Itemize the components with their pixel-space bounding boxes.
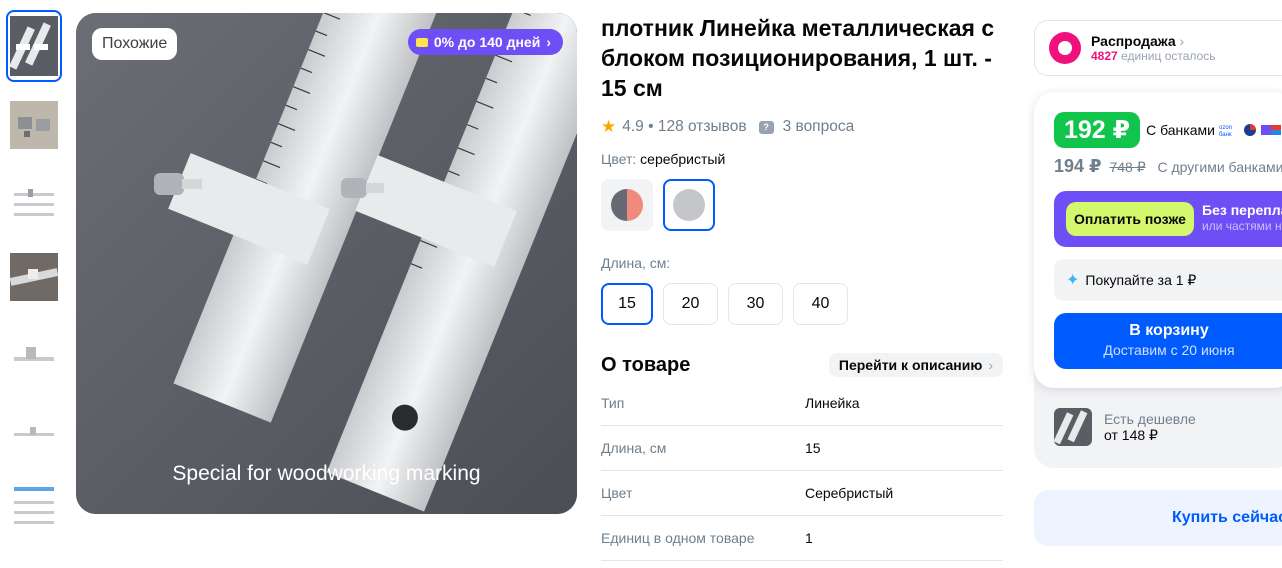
cheaper-title: Есть дешевле — [1104, 410, 1196, 427]
pay-later-sub: или частями на — [1202, 219, 1282, 233]
pay-later-banner[interactable]: Оплатить позже Без переплат или частями … — [1054, 191, 1282, 247]
spec-row: Длина, см 15 — [601, 426, 1003, 471]
installment-label: 0% до 140 дней — [433, 34, 541, 50]
cart-label: В корзину — [1129, 322, 1209, 339]
color-swatches — [601, 179, 1003, 231]
spec-row: Цвет Серебристый — [601, 471, 1003, 516]
svg-text:ozon: ozon — [1219, 125, 1232, 131]
sale-text: Распродажа › 4827 единиц осталось — [1091, 33, 1215, 63]
cheaper-thumbnail — [1054, 408, 1092, 446]
thumbnail-1[interactable] — [6, 10, 62, 82]
length-options: 15 20 30 40 — [601, 283, 1003, 325]
thumbnail-7[interactable] — [6, 472, 62, 538]
sale-remaining: 4827 единиц осталось — [1091, 49, 1215, 63]
ozon-bank-icon: ozonбанк — [1219, 125, 1232, 137]
cheaper-offer[interactable]: Есть дешевле от 148 ₽ — [1054, 408, 1196, 446]
spec-row: Единиц в одном товаре 1 — [601, 516, 1003, 561]
swatch-two-tone[interactable] — [601, 179, 653, 231]
card-icon — [415, 37, 428, 47]
delivery-label: Доставим с 20 июня — [1103, 342, 1235, 358]
ruler-photo — [76, 13, 577, 514]
sparkle-icon: ✦ — [1066, 272, 1080, 289]
add-to-cart-button[interactable]: В корзину Доставим с 20 июня — [1054, 313, 1282, 369]
reviews-link[interactable]: 128 отзывов — [658, 118, 747, 136]
product-title: плотник Линейка металлическая с блоком п… — [601, 15, 995, 101]
length-option-40[interactable]: 40 — [793, 283, 848, 325]
sale-count: 4827 — [1091, 49, 1118, 63]
bank-logo-icon — [1243, 124, 1256, 136]
goto-description-label: Перейти к описанию — [838, 357, 983, 373]
spec-value: 15 — [805, 440, 821, 456]
length-option-30[interactable]: 30 — [728, 283, 783, 325]
sale-count-suffix: единиц осталось — [1117, 49, 1216, 63]
product-page: ozon Похожие 0% до 140 дней › Special fo… — [0, 0, 1282, 568]
thumbnail-strip — [6, 10, 64, 548]
separator-dot: • — [643, 118, 658, 135]
two-tone-color-icon — [611, 189, 643, 221]
swatch-silver[interactable] — [663, 179, 715, 231]
with-banks-label: С банками — [1146, 122, 1215, 138]
image-caption: Special for woodworking marking — [172, 462, 481, 485]
spec-key: Длина, см — [601, 440, 667, 456]
spec-value: 1 — [805, 530, 813, 546]
color-label-text: Цвет: — [601, 151, 637, 167]
spec-value: Серебристый — [805, 485, 894, 501]
buy-for-one-ruble[interactable]: ✦ Покупайте за 1 ₽ — [1054, 259, 1282, 301]
card-brands-icon — [1260, 125, 1281, 135]
sale-title: Распродажа › — [1091, 33, 1215, 49]
sale-icon — [1049, 32, 1081, 64]
pay-later-button[interactable]: Оплатить позже — [1066, 202, 1194, 236]
similar-button[interactable]: Похожие — [92, 28, 178, 60]
length-label: Длина, см: — [601, 255, 671, 271]
spec-key: Цвет — [601, 485, 633, 501]
specs-table: Тип Линейка Длина, см 15 Цвет Серебристы… — [601, 381, 1003, 561]
silver-color-icon — [673, 189, 705, 221]
buy-panel: 192 ₽ С банками ozon банк 194 ₽ 748 ₽ С д… — [1034, 92, 1282, 468]
questions-link[interactable]: 3 вопроса — [783, 118, 855, 136]
thumbnail-6[interactable] — [6, 396, 62, 462]
old-price: 748 ₽ — [1109, 159, 1146, 175]
spec-row: Тип Линейка — [601, 381, 1003, 426]
chevron-right-icon: › — [546, 34, 551, 50]
installment-badge[interactable]: 0% до 140 дней › — [407, 29, 563, 55]
spec-key: Тип — [601, 395, 625, 411]
product-info: плотник Линейка металлическая с блоком п… — [601, 13, 1003, 561]
thumbnail-4[interactable] — [6, 244, 62, 310]
color-label: Цвет: серебристый — [601, 151, 1003, 167]
other-banks-label: С другими банками — [1157, 159, 1282, 175]
color-value: серебристый — [640, 151, 726, 167]
thumbnail-2[interactable] — [6, 92, 62, 158]
rating-row: ★ 4.9 • 128 отзывов ? 3 вопроса — [601, 117, 1003, 137]
cheaper-price: от 148 ₽ — [1104, 426, 1158, 443]
thumbnail-3[interactable] — [6, 168, 62, 234]
spec-value: Линейка — [805, 395, 860, 411]
about-title: О товаре — [601, 353, 691, 376]
other-price: 194 ₽ — [1054, 156, 1102, 176]
thumbnail-5[interactable] — [6, 320, 62, 386]
other-price-row: 194 ₽ 748 ₽ С другими банками — [1054, 156, 1282, 177]
question-icon: ? — [758, 120, 774, 134]
bank-price-row: 192 ₽ С банками ozon банк — [1054, 112, 1281, 148]
cheaper-text: Есть дешевле от 148 ₽ — [1104, 411, 1196, 444]
buy-for-label: Покупайте за 1 ₽ — [1085, 271, 1197, 288]
length-option-15[interactable]: 15 — [601, 283, 653, 325]
length-option-20[interactable]: 20 — [663, 283, 718, 325]
rating-value: 4.9 — [622, 118, 644, 135]
bank-price: 192 ₽ — [1054, 112, 1141, 148]
chevron-right-icon: › — [988, 357, 993, 373]
sale-banner[interactable]: Распродажа › 4827 единиц осталось — [1034, 20, 1282, 76]
goto-description-button[interactable]: Перейти к описанию › — [828, 353, 1003, 377]
pay-later-title: Без переплат — [1202, 202, 1282, 218]
chevron-right-icon: › — [1179, 33, 1185, 49]
buy-card: 192 ₽ С банками ozon банк 194 ₽ 748 ₽ С д… — [1034, 92, 1282, 388]
star-icon: ★ — [601, 117, 617, 136]
sale-title-text: Распродажа — [1091, 33, 1176, 49]
spec-key: Единиц в одном товаре — [601, 530, 755, 546]
main-product-image[interactable]: ozon Похожие 0% до 140 дней › Special fo… — [76, 13, 577, 514]
buy-now-button[interactable]: Купить сейчас — [1034, 490, 1282, 546]
about-header: О товаре Перейти к описанию › — [601, 353, 1003, 377]
svg-text:банк: банк — [1219, 132, 1232, 137]
